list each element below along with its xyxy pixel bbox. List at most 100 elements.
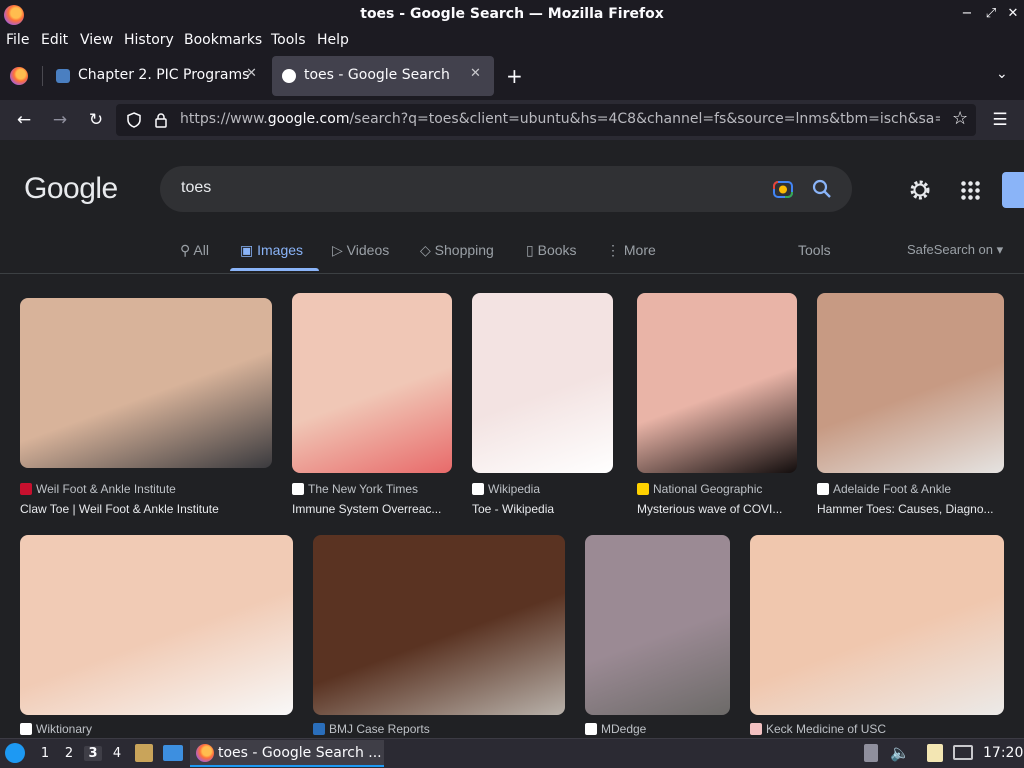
close-tab-icon[interactable]: ✕ bbox=[246, 66, 257, 81]
source-favicon-icon bbox=[750, 723, 762, 735]
safesearch-button[interactable]: SafeSearch on ▾ bbox=[907, 242, 1003, 258]
result-caption[interactable]: Toe - Wikipedia bbox=[472, 502, 613, 516]
result-thumbnail[interactable] bbox=[292, 293, 452, 473]
result-thumbnail[interactable] bbox=[637, 293, 797, 473]
search-icon[interactable] bbox=[812, 179, 832, 199]
clock[interactable]: 17:20 bbox=[983, 745, 1023, 761]
search-box[interactable]: toes bbox=[160, 166, 852, 212]
dropdown-arrow-icon: ▾ bbox=[996, 242, 1004, 257]
result-thumbnail[interactable] bbox=[472, 293, 613, 473]
result-caption[interactable]: Mysterious wave of COVI... bbox=[637, 502, 797, 516]
google-logo[interactable]: Google bbox=[24, 172, 118, 206]
result-caption[interactable]: Hammer Toes: Causes, Diagno... bbox=[817, 502, 1004, 516]
result-thumbnail[interactable] bbox=[750, 535, 1004, 715]
menu-edit[interactable]: Edit bbox=[41, 32, 68, 48]
tools-button[interactable]: Tools bbox=[798, 242, 831, 258]
url-text[interactable]: https://www.google.com/search?q=toes&cli… bbox=[180, 111, 940, 127]
bookmark-star-icon[interactable]: ☆ bbox=[952, 108, 968, 129]
back-arrow-icon[interactable]: ← bbox=[12, 108, 36, 132]
firefox-view-icon[interactable] bbox=[10, 67, 28, 85]
source-favicon-icon bbox=[585, 723, 597, 735]
result-thumbnail[interactable] bbox=[20, 298, 272, 468]
search-small-icon: ⚲ bbox=[180, 242, 191, 258]
network-display-icon[interactable] bbox=[953, 745, 973, 760]
forward-arrow-icon[interactable]: → bbox=[48, 108, 72, 132]
more-vertical-icon: ⋮ bbox=[606, 242, 620, 258]
volume-icon[interactable]: 🔈 bbox=[890, 743, 910, 762]
menu-history[interactable]: History bbox=[124, 32, 174, 48]
lock-icon[interactable] bbox=[154, 112, 168, 128]
active-tab-underline bbox=[230, 268, 319, 271]
result-source[interactable]: MDedge bbox=[585, 722, 646, 736]
result-source[interactable]: National Geographic bbox=[637, 482, 762, 496]
workspace-3[interactable]: 3 bbox=[84, 746, 102, 761]
result-source[interactable]: Wikipedia bbox=[472, 482, 540, 496]
workspace-1[interactable]: 1 bbox=[36, 746, 54, 761]
tab-bar: Chapter 2. PIC Programs ✕ toes - Google … bbox=[0, 52, 1024, 100]
tab-videos[interactable]: ▷ Videos bbox=[332, 242, 389, 259]
source-favicon-icon bbox=[637, 483, 649, 495]
list-tabs-chevron-icon[interactable]: ⌄ bbox=[996, 66, 1008, 82]
result-source[interactable]: Keck Medicine of USC bbox=[750, 722, 886, 736]
result-source[interactable]: BMJ Case Reports bbox=[313, 722, 430, 736]
google-header: Google toes ⚲ All ▣ Images ▷ Videos ◇ Sh… bbox=[0, 140, 1024, 274]
source-favicon-icon bbox=[472, 483, 484, 495]
tag-icon: ◇ bbox=[420, 242, 431, 258]
workspace-2[interactable]: 2 bbox=[60, 746, 78, 761]
reload-icon[interactable]: ↻ bbox=[84, 108, 108, 132]
maximize-icon[interactable]: ⤢ bbox=[982, 6, 1000, 21]
url-bar[interactable]: https://www.google.com/search?q=toes&cli… bbox=[116, 104, 976, 136]
shield-icon[interactable] bbox=[126, 112, 142, 128]
result-caption[interactable]: Claw Toe | Weil Foot & Ankle Institute bbox=[20, 502, 272, 516]
clipboard-icon[interactable] bbox=[864, 744, 878, 762]
app-menu-icon[interactable]: ☰ bbox=[988, 108, 1012, 132]
close-icon[interactable]: ✕ bbox=[1004, 6, 1022, 21]
tab-label: toes - Google Search bbox=[304, 67, 450, 83]
taskbar-window-firefox[interactable]: toes - Google Search ... bbox=[190, 740, 384, 767]
close-tab-icon[interactable]: ✕ bbox=[470, 66, 481, 81]
result-caption[interactable]: Immune System Overreac... bbox=[292, 502, 452, 516]
tab-toes-google-search[interactable]: toes - Google Search ✕ bbox=[272, 56, 494, 96]
settings-gear-icon[interactable] bbox=[908, 178, 932, 202]
tab-separator bbox=[42, 66, 43, 86]
menu-file[interactable]: File bbox=[6, 32, 29, 48]
result-thumbnail[interactable] bbox=[313, 535, 565, 715]
result-source[interactable]: Adelaide Foot & Ankle bbox=[817, 482, 951, 496]
result-thumbnail[interactable] bbox=[817, 293, 1004, 473]
result-source[interactable]: Wiktionary bbox=[20, 722, 92, 736]
taskbar-window-label: toes - Google Search ... bbox=[218, 745, 382, 761]
tab-all[interactable]: ⚲ All bbox=[180, 242, 209, 259]
google-favicon-icon bbox=[282, 69, 296, 83]
file-manager-icon[interactable] bbox=[135, 744, 153, 762]
tab-images[interactable]: ▣ Images bbox=[240, 242, 303, 259]
tab-books[interactable]: ▯ Books bbox=[526, 242, 577, 259]
menu-tools[interactable]: Tools bbox=[271, 32, 306, 48]
sign-in-button[interactable] bbox=[1002, 172, 1024, 208]
result-source[interactable]: The New York Times bbox=[292, 482, 418, 496]
result-thumbnail[interactable] bbox=[20, 535, 293, 715]
new-tab-icon[interactable]: + bbox=[506, 64, 523, 88]
notes-icon[interactable] bbox=[927, 744, 943, 762]
tab-more[interactable]: ⋮ More bbox=[606, 242, 656, 259]
tab-chapter-2[interactable]: Chapter 2. PIC Programs ✕ bbox=[46, 56, 268, 96]
search-input[interactable]: toes bbox=[181, 179, 211, 197]
source-favicon-icon bbox=[20, 483, 32, 495]
tab-shopping[interactable]: ◇ Shopping bbox=[420, 242, 494, 259]
minimize-icon[interactable]: − bbox=[958, 6, 976, 21]
firefox-icon bbox=[196, 744, 214, 762]
camera-lens-icon[interactable] bbox=[772, 179, 794, 199]
result-thumbnail[interactable] bbox=[585, 535, 730, 715]
show-desktop-icon[interactable] bbox=[163, 745, 183, 761]
menu-view[interactable]: View bbox=[80, 32, 113, 48]
tab-label: Chapter 2. PIC Programs bbox=[78, 67, 250, 83]
kde-favicon-icon bbox=[56, 69, 70, 83]
result-source[interactable]: Weil Foot & Ankle Institute bbox=[20, 482, 176, 496]
window-title: toes - Google Search — Mozilla Firefox bbox=[360, 6, 664, 22]
menu-bookmarks[interactable]: Bookmarks bbox=[184, 32, 262, 48]
source-favicon-icon bbox=[313, 723, 325, 735]
navigation-toolbar: ← → ↻ https://www.google.com/search?q=to… bbox=[0, 100, 1024, 140]
workspace-4[interactable]: 4 bbox=[108, 746, 126, 761]
start-menu-icon[interactable] bbox=[5, 743, 25, 763]
google-apps-grid-icon[interactable] bbox=[960, 180, 980, 200]
menu-help[interactable]: Help bbox=[317, 32, 349, 48]
